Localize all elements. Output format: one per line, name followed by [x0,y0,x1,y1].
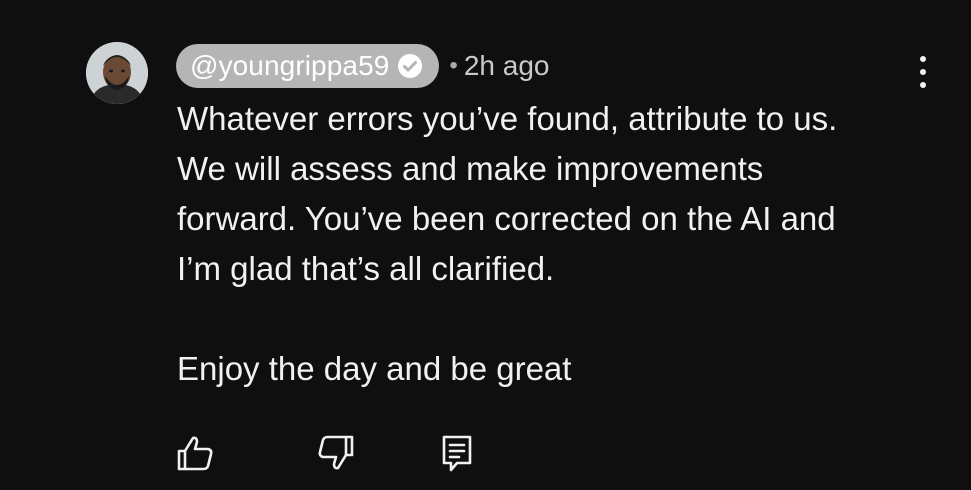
menu-dot [920,56,926,62]
menu-dot [920,69,926,75]
comment-header: @youngrippa59 • 2h ago [176,44,549,88]
comment-actions [0,430,971,476]
author-name[interactable]: @youngrippa59 [190,44,389,88]
thumbs-down-icon [318,435,354,470]
like-button[interactable] [172,430,218,476]
avatar-image [86,42,148,104]
reply-comment-icon [442,435,472,472]
more-vertical-icon[interactable] [908,54,938,90]
dislike-button[interactable] [313,430,359,476]
timestamp[interactable]: 2h ago [464,50,550,82]
comment-text: Whatever errors you’ve found, attribute … [177,100,838,387]
comment-thread-item: @youngrippa59 • 2h ago Whatever errors y… [0,0,971,490]
author-badge[interactable]: @youngrippa59 [176,44,440,88]
menu-dot [920,82,926,88]
thumbs-up-icon [177,436,213,471]
verified-check-icon [398,54,423,78]
reply-button[interactable] [434,430,480,476]
avatar[interactable] [86,42,148,104]
meta-separator: • [449,52,458,79]
